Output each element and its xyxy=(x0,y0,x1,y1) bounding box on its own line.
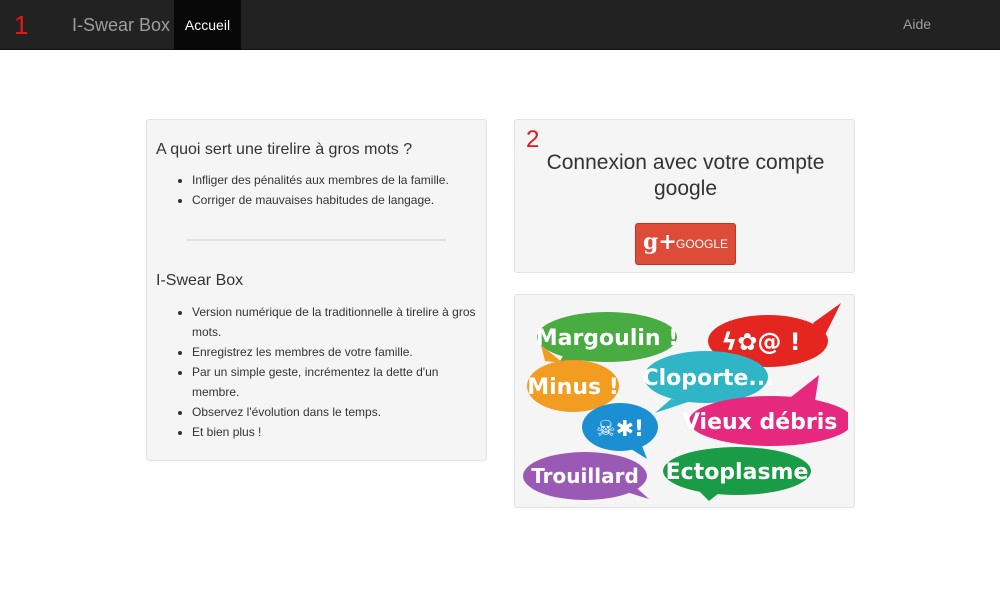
section-title-app: I-Swear Box xyxy=(156,272,244,289)
purpose-list: Infliger des pénalités aux membres de la… xyxy=(192,170,482,210)
svg-text:☠✱!: ☠✱! xyxy=(596,417,644,442)
list-item: Corriger de mauvaises habitudes de langa… xyxy=(192,190,482,210)
illustration-panel: Margoulin ! ϟ✿@ ! Minus ! Cloporte... ☠✱… xyxy=(514,294,855,508)
bubble-text: Vieux débris ! xyxy=(683,410,848,435)
bubble-ectoplasme: Ectoplasme xyxy=(663,447,811,501)
svg-text:ϟ✿@ !: ϟ✿@ ! xyxy=(721,328,800,356)
login-title: Connexion avec votre compte google xyxy=(546,151,825,200)
google-login-button[interactable]: g+ GOOGLE xyxy=(635,223,736,265)
google-button-label: GOOGLE xyxy=(676,237,729,251)
nav-tab-accueil[interactable]: Accueil xyxy=(174,0,241,50)
list-item: Version numérique de la traditionnelle à… xyxy=(192,302,482,342)
bubble-trouillard: Trouillard xyxy=(523,452,649,500)
bubble-symbols-blue: ☠✱! xyxy=(582,403,658,459)
bubble-text: Trouillard xyxy=(531,464,639,488)
info-panel: A quoi sert une tirelire à gros mots ? I… xyxy=(146,119,487,461)
features-list: Version numérique de la traditionnelle à… xyxy=(192,302,482,442)
list-item: Et bien plus ! xyxy=(192,422,482,442)
section-title-purpose: A quoi sert une tirelire à gros mots ? xyxy=(156,141,413,158)
list-item: Enregistrez les membres de votre famille… xyxy=(192,342,482,362)
marker-2: 2 xyxy=(526,126,540,153)
bubble-text: Margoulin ! xyxy=(536,326,679,351)
marker-1: 1 xyxy=(14,10,29,40)
google-plus-icon: g+ xyxy=(643,229,677,255)
list-item: Infliger des pénalités aux membres de la… xyxy=(192,170,482,190)
login-panel: 2 Connexion avec votre compte google g+ … xyxy=(514,119,855,273)
bubble-text: Minus ! xyxy=(527,375,619,400)
brand-link[interactable]: I-Swear Box xyxy=(72,15,170,36)
list-item: Par un simple geste, incrémentez la dett… xyxy=(192,362,482,402)
nav-link-aide[interactable]: Aide xyxy=(903,16,931,32)
navbar: 1 I-Swear Box Accueil Aide xyxy=(0,0,1000,50)
list-item: Observez l'évolution dans le temps. xyxy=(192,402,482,422)
divider xyxy=(187,239,446,241)
bubble-text: Cloporte... xyxy=(642,366,773,391)
swear-bubbles-illustration: Margoulin ! ϟ✿@ ! Minus ! Cloporte... ☠✱… xyxy=(523,303,848,501)
bubble-text: Ectoplasme xyxy=(666,460,809,485)
